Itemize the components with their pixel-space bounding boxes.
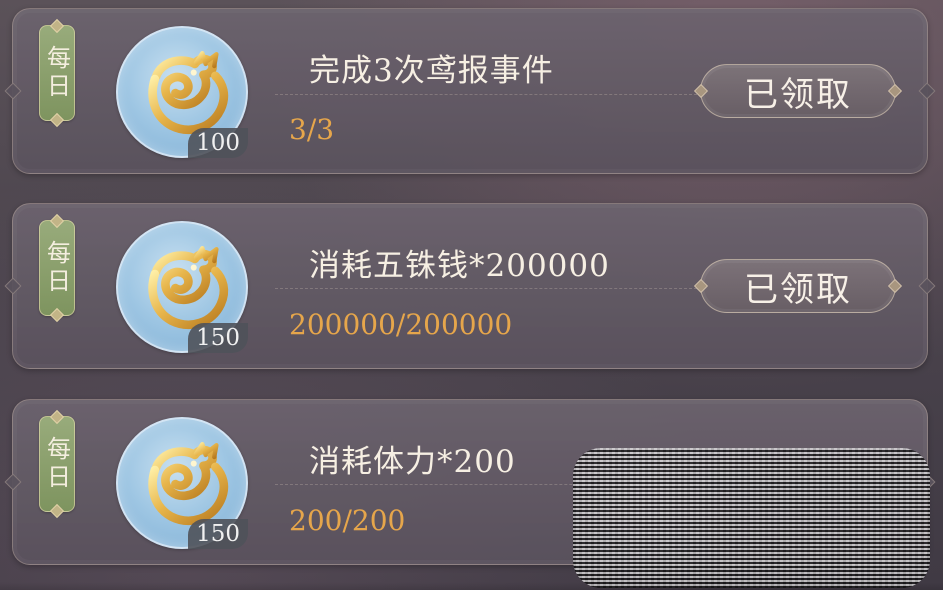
task-card: 每日 150 消耗 [12, 203, 928, 369]
reward-count: 150 [188, 323, 248, 353]
daily-tag: 每日 [39, 25, 75, 121]
task-title: 消耗五铢钱*200000 [309, 248, 610, 284]
bottom-shadow [0, 582, 943, 590]
daily-tag: 每日 [39, 416, 75, 512]
task-progress: 3/3 [289, 113, 335, 146]
dashed-divider [275, 94, 707, 95]
task-progress: 200000/200000 [289, 308, 513, 341]
reward-count: 150 [188, 519, 248, 549]
claimed-button[interactable]: 已领取 [700, 64, 896, 118]
task-progress: 200/200 [289, 504, 406, 537]
reward-medallion-container: 150 [116, 221, 248, 353]
claimed-button[interactable]: 已领取 [700, 259, 896, 313]
task-title: 消耗体力*200 [309, 444, 516, 480]
reward-medallion-container: 150 [116, 417, 248, 549]
reward-medallion-container: 100 [116, 26, 248, 158]
task-title: 完成3次鸢报事件 [309, 53, 554, 89]
daily-task-screen: 每日 100 完成3次鸢报事件 3/3 已领取 每日 150 消耗五铢钱*200… [0, 0, 943, 590]
noise-watermark [573, 448, 930, 588]
task-card: 每日 100 完成3次鸢报事件 3/3 已领取 [12, 8, 928, 174]
reward-count: 100 [188, 128, 248, 158]
dashed-divider [275, 288, 707, 289]
daily-tag: 每日 [39, 220, 75, 316]
